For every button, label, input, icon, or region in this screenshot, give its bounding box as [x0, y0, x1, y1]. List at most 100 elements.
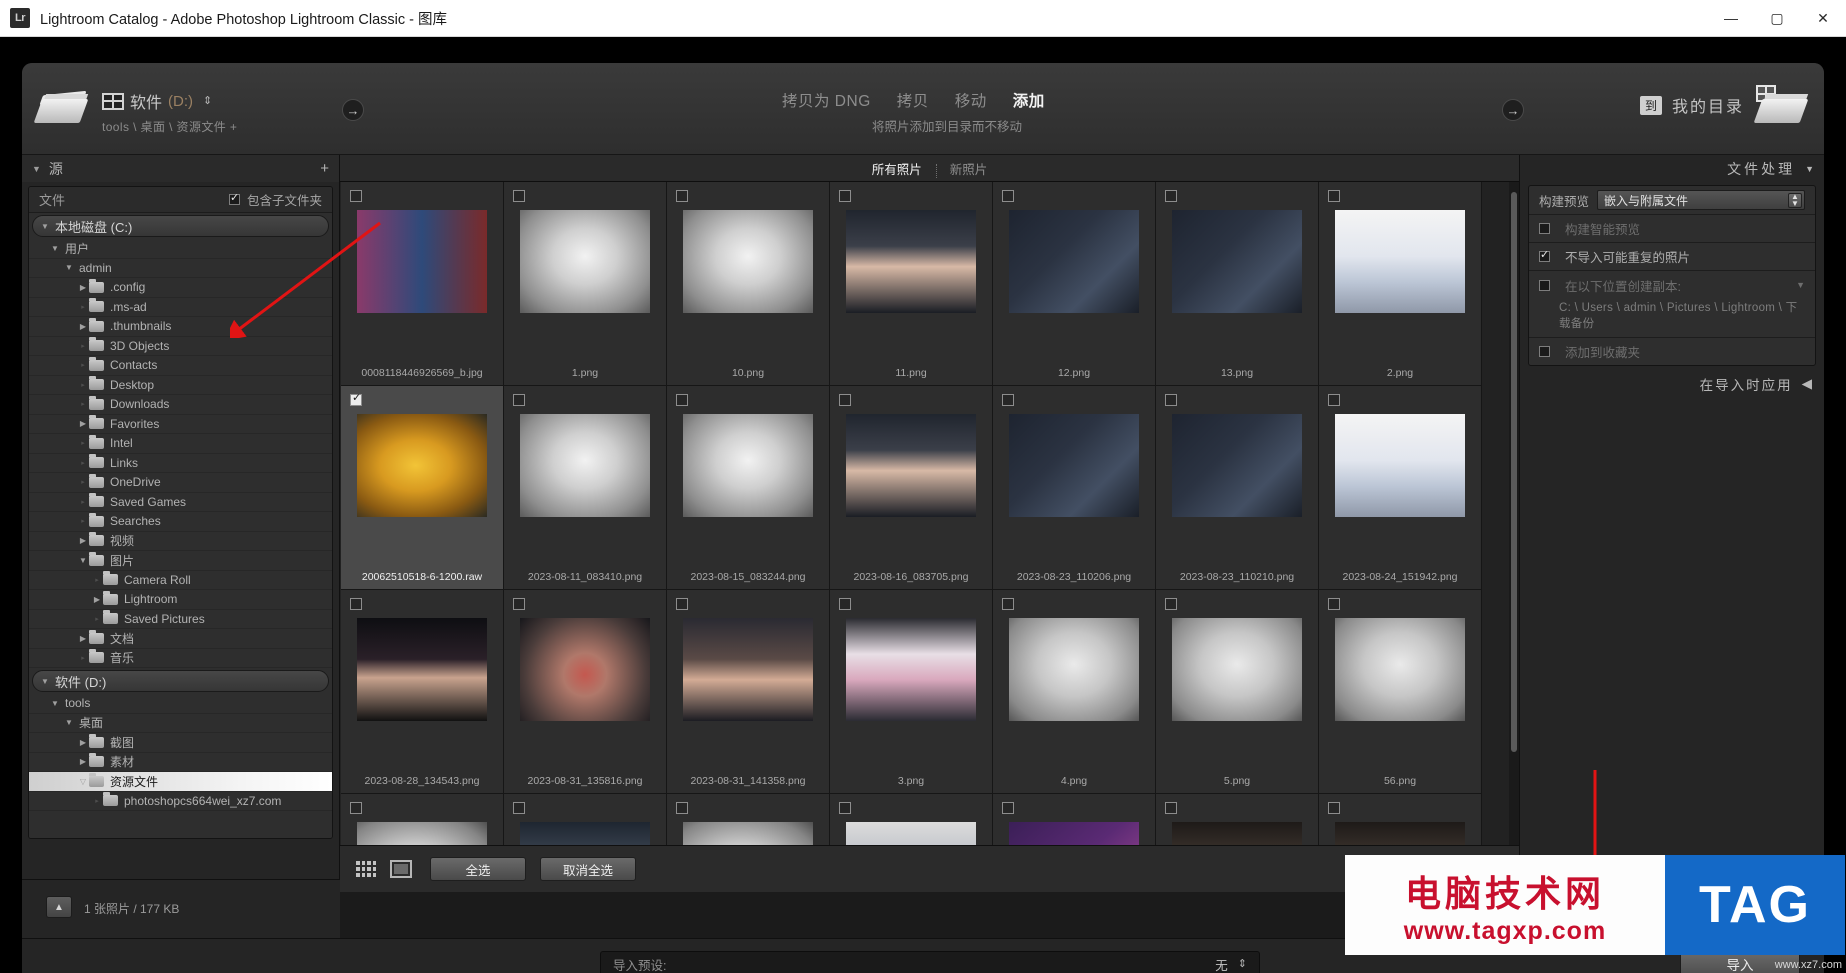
disclosure-triangle-icon[interactable]: ▼: [49, 699, 61, 708]
no-duplicates-row[interactable]: 不导入可能重复的照片: [1529, 243, 1815, 271]
folder-tree-item[interactable]: ▸Intel: [29, 434, 332, 454]
folder-tree-item[interactable]: ▶.config: [29, 278, 332, 298]
disclosure-triangle-icon[interactable]: ▶: [77, 536, 89, 545]
folder-tree-item[interactable]: ▶.thumbnails: [29, 317, 332, 337]
disclosure-triangle-icon[interactable]: ▶: [77, 757, 89, 766]
folder-tree-item[interactable]: ▼软件 (D:): [32, 670, 329, 692]
thumbnail-checkbox[interactable]: [350, 394, 362, 406]
folder-tree-item-selected[interactable]: ▽资源文件: [29, 772, 332, 792]
thumbnail-checkbox[interactable]: [1165, 802, 1177, 814]
disclosure-triangle-icon[interactable]: ▸: [77, 303, 89, 311]
thumbnail-checkbox[interactable]: [513, 598, 525, 610]
chevron-left-icon[interactable]: ◀: [1802, 376, 1814, 392]
thumbnail-cell[interactable]: 2023-08-31_141358.png: [667, 590, 830, 794]
folder-tree-item[interactable]: ▼桌面: [29, 714, 332, 734]
build-previews-select[interactable]: 嵌入与附属文件 ▲▼: [1597, 190, 1805, 210]
thumbnail-checkbox[interactable]: [676, 394, 688, 406]
disclosure-triangle-icon[interactable]: ▼: [39, 677, 51, 686]
folder-tree-item[interactable]: ▸Camera Roll: [29, 571, 332, 591]
folder-tree-item[interactable]: ▼用户: [29, 239, 332, 259]
disclosure-triangle-icon[interactable]: ▼: [77, 556, 89, 565]
thumbnail-checkbox[interactable]: [839, 598, 851, 610]
thumbnail-cell[interactable]: 66.png: [504, 794, 667, 845]
thumbnail-cell[interactable]: 2023-08-11_083410.png: [504, 386, 667, 590]
thumbnail-checkbox[interactable]: [839, 802, 851, 814]
disclosure-triangle-icon[interactable]: ▼: [39, 222, 51, 231]
thumbnail-cell[interactable]: 2023-08-23_110210.png: [1156, 386, 1319, 590]
disclosure-triangle-icon[interactable]: ▼: [63, 718, 75, 727]
disclosure-triangle-icon[interactable]: ▸: [77, 478, 89, 486]
folder-tree-item[interactable]: ▸.ms-ad: [29, 298, 332, 318]
folder-tree-item[interactable]: ▸Saved Pictures: [29, 610, 332, 630]
thumbnail-checkbox[interactable]: [350, 802, 362, 814]
thumbnail-cell-selected[interactable]: 20062510518-6-1200.raw: [341, 386, 504, 590]
thumbnail-cell[interactable]: 10.png: [667, 182, 830, 386]
disclosure-triangle-icon[interactable]: ▸: [91, 576, 103, 584]
folder-tree-item[interactable]: ▶Favorites: [29, 415, 332, 435]
thumbnail-checkbox[interactable]: [1328, 802, 1340, 814]
minimize-button[interactable]: —: [1708, 0, 1754, 37]
select-all-button[interactable]: 全选: [430, 857, 526, 881]
collapse-left-arrow-icon[interactable]: →: [342, 99, 364, 121]
add-to-collection-checkbox[interactable]: [1539, 346, 1550, 357]
thumbnail-cell[interactable]: vlcsnap-2023-08-24-16h40m25...: [1156, 794, 1319, 845]
disclosure-triangle-icon[interactable]: ▸: [91, 797, 103, 805]
chevron-down-icon[interactable]: ▼: [1796, 280, 1805, 290]
thumbnail-checkbox[interactable]: [839, 394, 851, 406]
disclosure-triangle-icon[interactable]: ▸: [77, 361, 89, 369]
add-to-collection-row[interactable]: 添加到收藏夹: [1529, 337, 1815, 365]
thumbnail-cell[interactable]: 2023-08-15_083244.png: [667, 386, 830, 590]
thumbnail-checkbox[interactable]: [1328, 394, 1340, 406]
thumbnail-cell[interactable]: 0008118446926569_b.jpg: [341, 182, 504, 386]
thumbnail-checkbox[interactable]: [350, 598, 362, 610]
chevron-down-icon[interactable]: ▼: [1805, 164, 1814, 174]
thumbnail-grid-scroll-area[interactable]: 0008118446926569_b.jpg1.png10.png11.png1…: [340, 182, 1519, 845]
preset-stepper-icon[interactable]: ⇕: [1238, 960, 1247, 969]
folder-tree-item[interactable]: ▶素材: [29, 753, 332, 773]
file-handling-header[interactable]: 文件处理 ▼: [1520, 155, 1824, 183]
thumbnail-checkbox[interactable]: [1165, 598, 1177, 610]
disclosure-triangle-icon[interactable]: ▸: [77, 517, 89, 525]
source-panel-header[interactable]: ▼ 源 +: [22, 155, 339, 182]
thumbnail-cell[interactable]: 2023-08-31_135816.png: [504, 590, 667, 794]
make-second-copy-checkbox[interactable]: [1539, 280, 1550, 291]
grid-view-icon[interactable]: [356, 861, 376, 877]
folder-tree-item[interactable]: ▸Links: [29, 454, 332, 474]
mode-tab-move[interactable]: 移动: [955, 89, 987, 111]
source-selector[interactable]: 软件 (D:) ⇕: [102, 89, 212, 113]
select-stepper-icon[interactable]: ▲▼: [1788, 193, 1802, 208]
thumbnail-checkbox[interactable]: [513, 394, 525, 406]
thumbnail-cell[interactable]: 4.png: [993, 590, 1156, 794]
tab-new-photos[interactable]: 新照片: [936, 159, 1002, 178]
thumbnail-checkbox[interactable]: [1165, 394, 1177, 406]
mode-tab-add[interactable]: 添加: [1013, 89, 1045, 111]
panel-collapse-up-icon[interactable]: ▲: [46, 896, 72, 918]
disclosure-triangle-icon[interactable]: ▸: [77, 381, 89, 389]
disclosure-triangle-icon[interactable]: ▶: [77, 283, 89, 292]
thumbnail-checkbox[interactable]: [350, 190, 362, 202]
disclosure-triangle-icon[interactable]: ▼: [49, 244, 61, 253]
mode-tab-copy[interactable]: 拷贝: [897, 89, 929, 111]
disclosure-triangle-icon[interactable]: ▸: [77, 654, 89, 662]
folder-tree-item[interactable]: ▸Searches: [29, 512, 332, 532]
close-button[interactable]: ✕: [1800, 0, 1846, 37]
include-subfolders-checkbox[interactable]: [229, 194, 240, 205]
folder-tree-item[interactable]: ▸OneDrive: [29, 473, 332, 493]
deselect-all-button[interactable]: 取消全选: [540, 857, 636, 881]
tab-all-photos[interactable]: 所有照片: [858, 159, 936, 178]
thumbnail-cell[interactable]: 56.png: [1319, 590, 1482, 794]
folder-tree-item[interactable]: ▸音乐: [29, 649, 332, 669]
mode-tab-copy-as-dng[interactable]: 拷贝为 DNG: [782, 89, 871, 111]
thumbnail-cell[interactable]: 3.png: [830, 590, 993, 794]
folder-tree-item[interactable]: ▶视频: [29, 532, 332, 552]
disclosure-triangle-icon[interactable]: ▶: [77, 322, 89, 331]
thumbnail-checkbox[interactable]: [839, 190, 851, 202]
thumbnail-cell[interactable]: 2023-08-28_134543.png: [341, 590, 504, 794]
disclosure-triangle-icon[interactable]: ▸: [77, 400, 89, 408]
disclosure-triangle-icon[interactable]: ▸: [77, 342, 89, 350]
thumbnail-cell[interactable]: 1.png: [504, 182, 667, 386]
disclosure-triangle-icon[interactable]: ▶: [77, 419, 89, 428]
thumbnail-cell[interactable]: 12.png: [993, 182, 1156, 386]
thumbnail-checkbox[interactable]: [676, 802, 688, 814]
thumbnail-cell[interactable]: 11.png: [830, 182, 993, 386]
